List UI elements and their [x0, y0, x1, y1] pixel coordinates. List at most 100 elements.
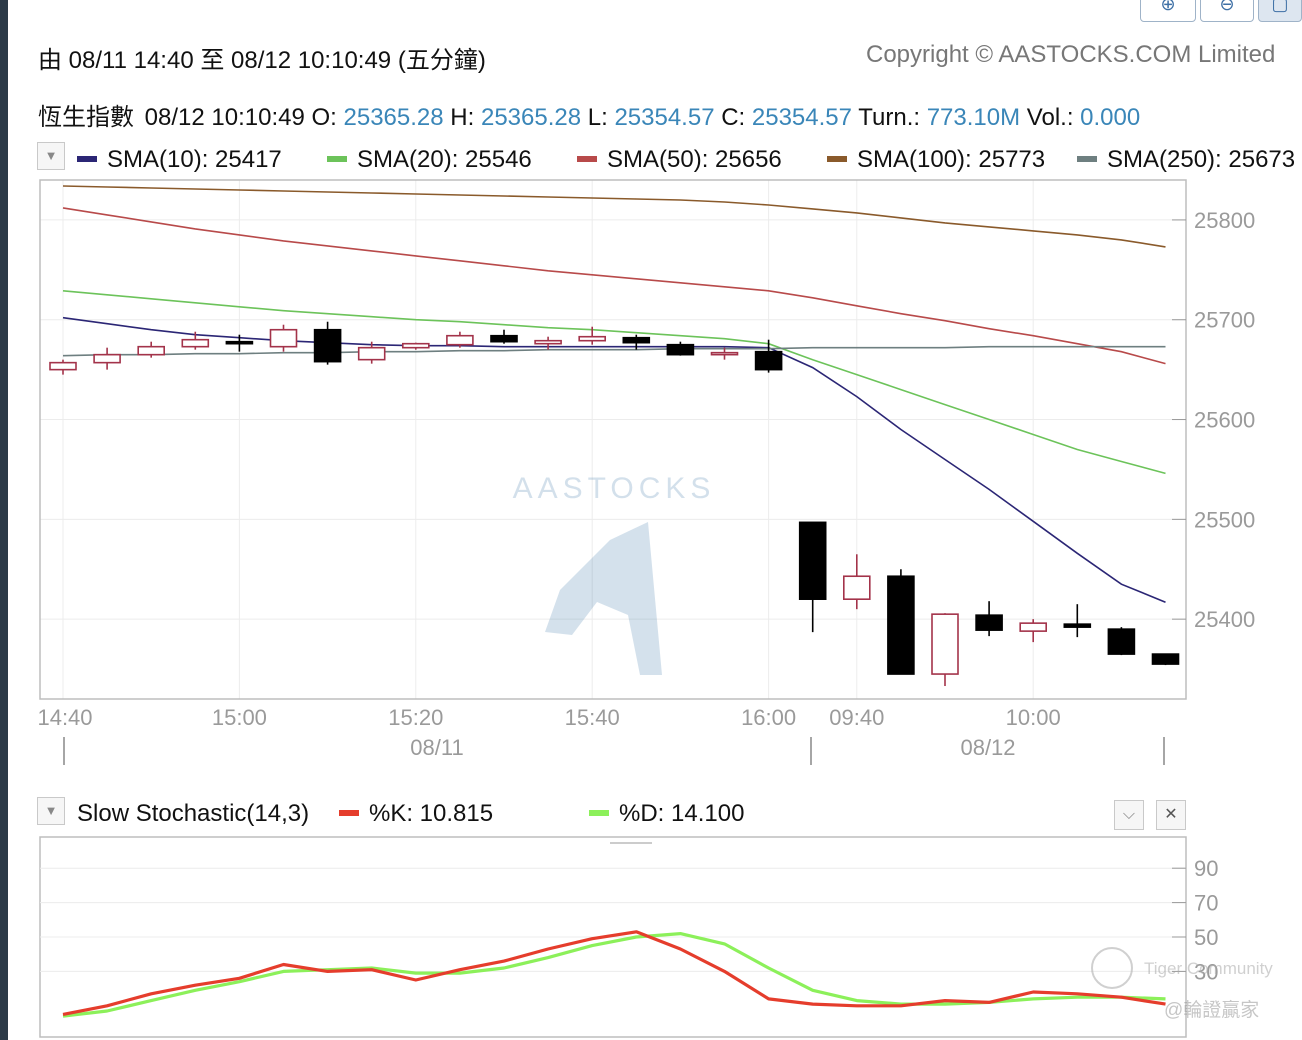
low-value: 25354.57	[614, 104, 715, 131]
indicator-dropdown-button[interactable]: ▼	[37, 142, 65, 170]
low-label: L:	[587, 104, 608, 131]
candle	[931, 613, 959, 687]
sma-line-sma50	[62, 207, 1166, 365]
candle	[269, 324, 298, 352]
stoch-line-d	[62, 931, 1166, 1018]
index-name: 恆生指數	[38, 104, 134, 131]
time-tick-label: 15:20	[388, 705, 443, 730]
candle-body	[887, 575, 915, 675]
y-tick-label: 90	[1194, 856, 1218, 881]
candle-body	[975, 614, 1003, 631]
candle-body	[754, 350, 783, 371]
candle	[49, 359, 77, 375]
legend-swatch	[327, 155, 347, 162]
candle-body	[842, 575, 871, 600]
y-tick-label: 25500	[1194, 507, 1255, 532]
candle	[446, 331, 474, 348]
candle-body	[1151, 653, 1180, 665]
candle-body	[666, 343, 695, 356]
candle	[1151, 653, 1180, 666]
zoom-out-button[interactable]: ⊖	[1200, 0, 1254, 22]
candle	[401, 342, 430, 350]
watermark-text: AASTOCKS	[513, 472, 716, 505]
collapse-panel-button[interactable]: ⌵	[1114, 800, 1144, 830]
zoom-in-button[interactable]: ⊕	[1140, 0, 1196, 22]
community-watermark: Tiger Community @輪證贏家	[1091, 947, 1273, 1021]
candle-body	[269, 328, 298, 348]
close-icon: ✕	[1164, 806, 1178, 823]
candle	[1019, 619, 1048, 643]
y-tick-label: 70	[1194, 891, 1218, 916]
community-name: Tiger Community	[1144, 959, 1273, 978]
legend-label: SMA(50): 25656	[607, 146, 782, 173]
candle	[490, 329, 518, 344]
quote-line: 恆生指數 08/12 10:10:49 O: 25365.28 H: 25365…	[38, 97, 1140, 132]
candle-body	[446, 334, 474, 346]
candle	[975, 601, 1003, 637]
legend-swatch	[589, 809, 609, 816]
candle-body	[225, 340, 254, 345]
time-tick-label: 09:40	[829, 705, 884, 730]
time-tick-label: 14:40	[37, 705, 92, 730]
candle-body	[798, 521, 827, 600]
sma-line-sma100	[62, 185, 1166, 248]
candle-body	[401, 342, 430, 349]
time-axis: 14:40 15:00 15:20 15:40 16:00 09:40 10:00 08/11…	[37, 705, 1165, 765]
candle-body	[710, 351, 739, 356]
candle	[93, 347, 121, 370]
y-tick-label: 25800	[1194, 208, 1255, 233]
candle-body	[49, 361, 77, 371]
stoch-dropdown-button[interactable]: ▼	[37, 797, 65, 825]
watermark-logo-shape	[545, 522, 662, 675]
candle-body	[181, 338, 210, 348]
candle-body	[1107, 628, 1136, 655]
stoch-grid	[40, 867, 1186, 972]
candle-body	[931, 613, 959, 675]
legend-swatch	[827, 155, 847, 162]
close-label: C:	[721, 104, 746, 131]
candle	[137, 341, 165, 358]
volume-value: 0.000	[1080, 104, 1141, 131]
turnover-label: Turn.:	[858, 104, 921, 131]
reset-button[interactable]: ▢	[1258, 0, 1302, 22]
price-chart[interactable]: AASTOCKS 25400 25500 25600 25700 25800 14:40…	[0, 170, 1302, 770]
community-user: @輪證贏家	[1164, 999, 1259, 1021]
candle-body	[490, 334, 518, 343]
stoch-d-label: %D: 14.100	[619, 800, 745, 827]
range-label: 由 08/11 14:40 至 08/12 10:10:49 (五分鐘)	[38, 47, 486, 74]
candle	[1107, 627, 1136, 656]
candle-body	[1063, 623, 1092, 628]
candle	[798, 521, 827, 633]
sma-line-sma250	[62, 345, 1166, 357]
price-plot-border	[39, 179, 1187, 700]
dropdown-arrow-icon: ▼	[44, 803, 58, 818]
close-value: 25354.57	[751, 104, 852, 131]
candle-body	[534, 339, 562, 345]
stoch-k-legend: %K: 10.815	[339, 800, 493, 828]
y-tick-label: 25400	[1194, 607, 1255, 632]
watermark: AASTOCKS	[513, 472, 716, 675]
close-panel-button[interactable]: ✕	[1156, 800, 1186, 830]
candle-body	[137, 345, 165, 356]
candle	[534, 336, 562, 350]
tiger-logo-icon	[1091, 947, 1133, 989]
turnover-value: 773.10M	[926, 104, 1021, 131]
candle-body	[93, 353, 121, 364]
quote-time: 08/12 10:10:49	[144, 104, 305, 131]
legend-label: SMA(250): 25673	[1107, 146, 1296, 173]
stoch-d-legend: %D: 14.100	[589, 800, 744, 828]
stochastic-chart[interactable]: 30507090 Tiger Community @輪證贏家	[0, 830, 1302, 1040]
chevron-down-icon: ⌵	[1122, 806, 1136, 823]
zoom-out-icon: ⊖	[1219, 0, 1235, 14]
time-tick-label: 10:00	[1006, 705, 1061, 730]
time-tick-label: 15:00	[212, 705, 267, 730]
open-label: O:	[311, 104, 337, 131]
time-tick-label: 15:40	[565, 705, 620, 730]
legend-swatch	[577, 155, 597, 162]
legend-label: SMA(100): 25773	[857, 146, 1046, 173]
candle-body	[1019, 622, 1048, 632]
reset-icon: ▢	[1271, 0, 1289, 14]
dropdown-arrow-icon: ▼	[44, 148, 58, 163]
high-label: H:	[450, 104, 475, 131]
candle	[754, 339, 783, 373]
